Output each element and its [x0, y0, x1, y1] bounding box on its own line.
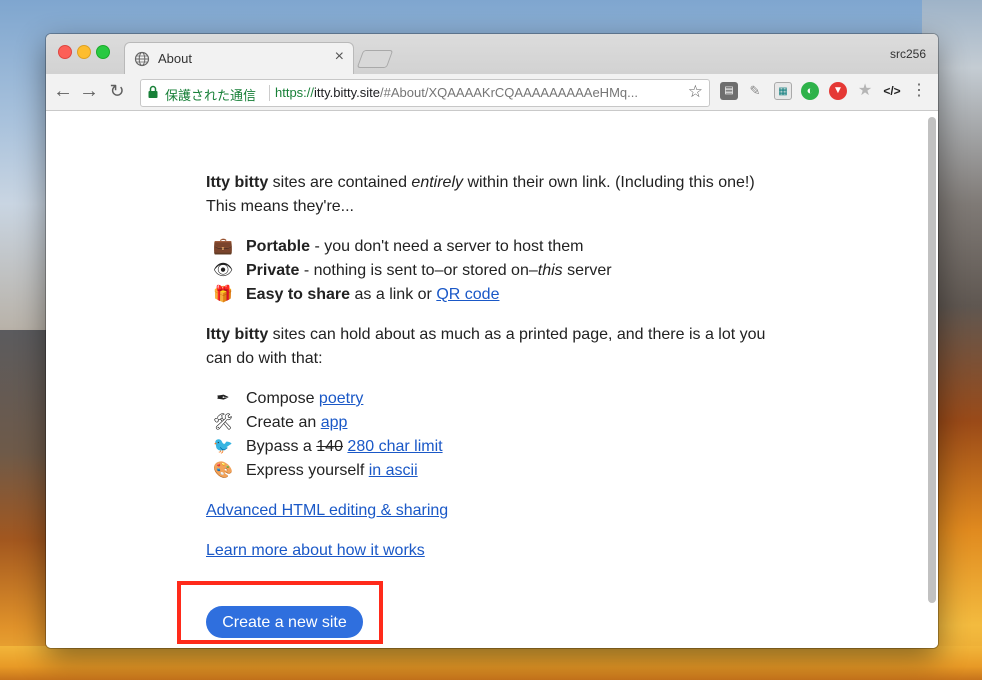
advanced-editing-link[interactable]: Advanced HTML editing & sharing — [206, 502, 448, 519]
use-text: Create an — [246, 414, 321, 431]
eye-icon: 👁 — [212, 262, 234, 279]
intro-text-a: sites are contained — [268, 174, 412, 191]
url-host: itty.bitty.site — [314, 85, 381, 100]
extension-green-circle-icon[interactable]: ◐ — [801, 82, 819, 100]
features-list: 💼 Portable - you don't need a server to h… — [206, 235, 766, 307]
gift-icon: 🎁 — [213, 286, 233, 303]
feature-title: Private — [246, 262, 300, 279]
feature-emphasis: this — [537, 262, 563, 279]
reload-button[interactable]: ↻ — [106, 80, 128, 102]
intro-bold: Itty bitty — [206, 174, 269, 191]
page-viewport: Itty bitty sites are contained entirely … — [46, 111, 938, 648]
learn-more-link[interactable]: Learn more about how it works — [206, 542, 425, 559]
second-paragraph: Itty bitty sites can hold about as much … — [206, 323, 766, 371]
lock-icon — [148, 85, 158, 98]
feature-text: - nothing is sent to–or stored on– — [299, 262, 538, 279]
browser-window: About × src256 ← → ↻ 保護された通信 https://itt… — [46, 34, 938, 648]
extension-pin-icon[interactable]: ✎ — [746, 82, 764, 100]
feature-title: Portable — [246, 238, 311, 255]
browser-toolbar: ← → ↻ 保護された通信 https://itty.bitty.site/#A… — [46, 74, 938, 111]
uses-list: ✒ Compose poetry 🛠 Create an app 🐦 Bypass a… — [206, 387, 766, 483]
palette-icon: 🎨 — [213, 462, 233, 479]
learn-link-row: Learn more about how it works — [206, 539, 766, 563]
address-bar[interactable]: 保護された通信 https://itty.bitty.site/#About/X… — [140, 79, 710, 107]
extension-gallery-icon[interactable]: ▦ — [774, 82, 792, 100]
browser-tab[interactable]: About × — [124, 42, 354, 75]
second-text: sites can hold about as much as a printe… — [206, 326, 766, 367]
profile-name[interactable]: src256 — [890, 47, 926, 61]
extension-clipboard-icon[interactable]: ▤ — [720, 82, 738, 100]
list-item: 💼 Portable - you don't need a server to h… — [206, 235, 766, 259]
list-item: 🐦 Bypass a 140 280 char limit — [206, 435, 766, 459]
url-scheme: https:// — [275, 85, 315, 100]
feature-title: Easy to share — [246, 286, 351, 303]
list-item: 🛠 Create an app — [206, 411, 766, 435]
forward-button[interactable]: → — [78, 80, 100, 102]
back-button[interactable]: ← — [52, 80, 74, 102]
url-text[interactable]: https://itty.bitty.site/#About/XQAAAAKrC… — [275, 85, 638, 100]
extension-code-icon[interactable]: </> — [883, 82, 901, 100]
briefcase-icon: 💼 — [213, 238, 233, 255]
struck-number: 140 — [316, 438, 343, 455]
url-path: /#About/XQAAAAKrCQAAAAAAAAAeHMq... — [380, 85, 638, 100]
close-window-button[interactable] — [58, 45, 72, 59]
tab-bar: About × src256 — [46, 34, 938, 75]
bird-icon: 🐦 — [213, 438, 233, 455]
feature-text: as a link or — [350, 286, 437, 303]
intro-paragraph: Itty bitty sites are contained entirely … — [206, 171, 766, 219]
feature-text: - you don't need a server to host them — [310, 238, 584, 255]
zoom-window-button[interactable] — [96, 45, 110, 59]
globe-icon — [134, 51, 150, 67]
page-content: Itty bitty sites are contained entirely … — [206, 171, 766, 579]
tools-icon: 🛠 — [212, 414, 234, 431]
app-link[interactable]: app — [321, 414, 348, 431]
second-bold: Itty bitty — [206, 326, 269, 343]
address-divider — [269, 85, 270, 101]
list-item: 🎨 Express yourself in ascii — [206, 459, 766, 483]
intro-emphasis: entirely — [411, 174, 463, 191]
advanced-link-row: Advanced HTML editing & sharing — [206, 499, 766, 523]
feature-tail: server — [562, 262, 612, 279]
list-item: 👁 Private - nothing is sent to–or stored … — [206, 259, 766, 283]
minimize-window-button[interactable] — [77, 45, 91, 59]
quill-icon: ✒ — [216, 390, 230, 407]
extension-red-arrow-icon[interactable]: ▼ — [829, 82, 847, 100]
tab-title: About — [158, 51, 192, 66]
security-label: 保護された通信 — [165, 88, 257, 103]
close-tab-icon[interactable]: × — [335, 48, 344, 66]
use-text: Compose — [246, 390, 319, 407]
list-item: ✒ Compose poetry — [206, 387, 766, 411]
new-tab-button[interactable] — [356, 50, 394, 68]
use-text: Express yourself — [246, 462, 369, 479]
bookmark-star-icon[interactable]: ☆ — [688, 82, 703, 102]
qr-code-link[interactable]: QR code — [436, 286, 499, 303]
poetry-link[interactable]: poetry — [319, 390, 363, 407]
ascii-link[interactable]: in ascii — [369, 462, 418, 479]
use-text: Bypass a — [246, 438, 317, 455]
create-new-site-button[interactable]: Create a new site — [206, 606, 363, 638]
browser-menu-icon[interactable]: ⋮ — [910, 82, 928, 100]
list-item: 🎁 Easy to share as a link or QR code — [206, 283, 766, 307]
char-limit-link[interactable]: 280 char limit — [347, 438, 442, 455]
desktop-wallpaper-ground — [0, 646, 982, 680]
extension-star-icon[interactable]: ★ — [856, 82, 874, 100]
vertical-scrollbar[interactable] — [928, 117, 936, 603]
